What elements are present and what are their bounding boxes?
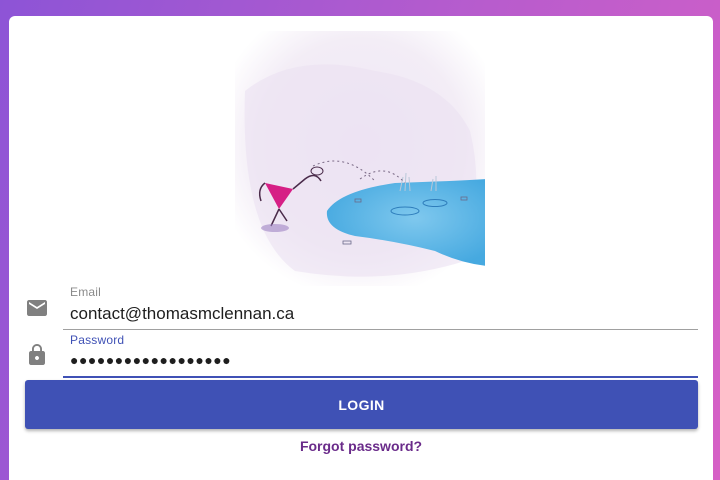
lock-icon: [29, 344, 45, 365]
email-label: Email: [70, 285, 102, 299]
watercolor-illustration: [235, 31, 485, 286]
password-underline: [63, 376, 698, 378]
email-field[interactable]: contact@thomasmclennan.ca: [70, 304, 294, 324]
password-label: Password: [70, 333, 125, 347]
password-field[interactable]: ●●●●●●●●●●●●●●●●●●: [70, 352, 231, 368]
email-underline: [63, 329, 698, 330]
login-card: Email contact@thomasmclennan.ca Password…: [9, 16, 713, 480]
login-button[interactable]: LOGIN: [25, 380, 698, 429]
forgot-password-link[interactable]: Forgot password?: [9, 438, 713, 454]
mail-icon: [27, 300, 47, 316]
